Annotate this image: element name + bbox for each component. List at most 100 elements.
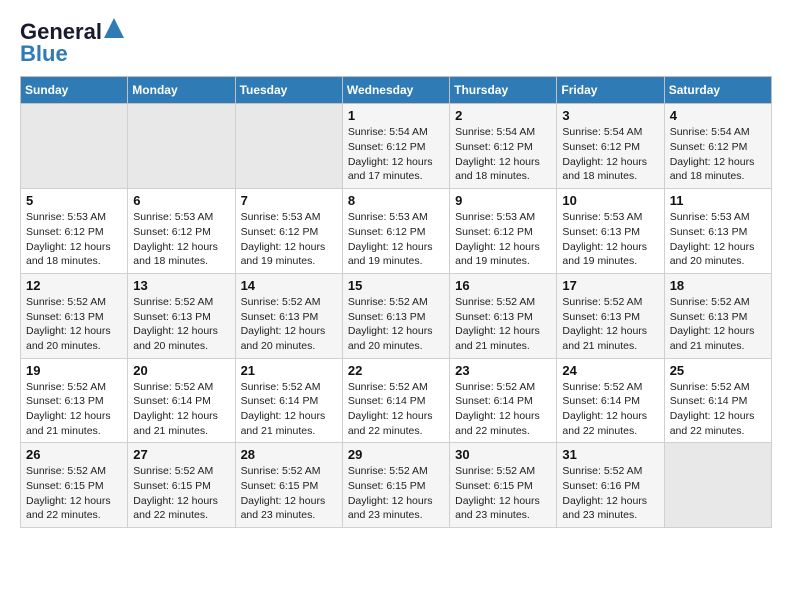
header-sunday: Sunday bbox=[21, 77, 128, 104]
day-cell: 7Sunrise: 5:53 AM Sunset: 6:12 PM Daylig… bbox=[235, 189, 342, 274]
day-number: 28 bbox=[241, 447, 337, 462]
header-monday: Monday bbox=[128, 77, 235, 104]
day-number: 31 bbox=[562, 447, 658, 462]
day-info: Sunrise: 5:52 AM Sunset: 6:13 PM Dayligh… bbox=[348, 295, 444, 354]
day-info: Sunrise: 5:54 AM Sunset: 6:12 PM Dayligh… bbox=[348, 125, 444, 184]
week-row-1: 1 Sunrise: 5:54 AM Sunset: 6:12 PM Daylig… bbox=[21, 104, 772, 189]
day-cell: 24 Sunrise: 5:52 AM Sunset: 6:14 PM Dayli… bbox=[557, 358, 664, 443]
day-info: Sunrise: 5:52 AM Sunset: 6:16 PM Dayligh… bbox=[562, 464, 658, 523]
day-number: 13 bbox=[133, 278, 229, 293]
day-cell: 15 Sunrise: 5:52 AM Sunset: 6:13 PM Dayli… bbox=[342, 273, 449, 358]
day-info: Sunrise: 5:53 AM Sunset: 6:12 PM Dayligh… bbox=[455, 210, 551, 269]
day-number: 27 bbox=[133, 447, 229, 462]
day-number: 11 bbox=[670, 193, 766, 208]
day-info: Sunrise: 5:52 AM Sunset: 6:13 PM Dayligh… bbox=[455, 295, 551, 354]
day-info: Sunrise: 5:54 AM Sunset: 6:12 PM Dayligh… bbox=[562, 125, 658, 184]
day-number: 2 bbox=[455, 108, 551, 123]
day-number: 15 bbox=[348, 278, 444, 293]
day-number: 21 bbox=[241, 363, 337, 378]
day-cell: 31 Sunrise: 5:52 AM Sunset: 6:16 PM Dayli… bbox=[557, 443, 664, 528]
day-cell: 4Sunrise: 5:54 AM Sunset: 6:12 PM Daylig… bbox=[664, 104, 771, 189]
day-cell: 21 Sunrise: 5:52 AM Sunset: 6:14 PM Dayli… bbox=[235, 358, 342, 443]
day-number: 20 bbox=[133, 363, 229, 378]
day-info: Sunrise: 5:52 AM Sunset: 6:15 PM Dayligh… bbox=[133, 464, 229, 523]
day-cell bbox=[21, 104, 128, 189]
calendar-header-row: SundayMondayTuesdayWednesdayThursdayFrid… bbox=[21, 77, 772, 104]
day-cell: 8 Sunrise: 5:53 AM Sunset: 6:12 PM Daylig… bbox=[342, 189, 449, 274]
day-cell: 14 Sunrise: 5:52 AM Sunset: 6:13 PM Dayli… bbox=[235, 273, 342, 358]
day-info: Sunrise: 5:52 AM Sunset: 6:15 PM Dayligh… bbox=[241, 464, 337, 523]
day-info: Sunrise: 5:52 AM Sunset: 6:13 PM Dayligh… bbox=[26, 380, 122, 439]
day-number: 3 bbox=[562, 108, 658, 123]
day-number: 5 bbox=[26, 193, 122, 208]
day-number: 19 bbox=[26, 363, 122, 378]
day-cell: 2 Sunrise: 5:54 AM Sunset: 6:12 PM Daylig… bbox=[450, 104, 557, 189]
day-cell: 30 Sunrise: 5:52 AM Sunset: 6:15 PM Dayli… bbox=[450, 443, 557, 528]
day-info: Sunrise: 5:52 AM Sunset: 6:13 PM Dayligh… bbox=[133, 295, 229, 354]
day-number: 26 bbox=[26, 447, 122, 462]
day-cell bbox=[664, 443, 771, 528]
day-info: Sunrise: 5:53 AM Sunset: 6:12 PM Dayligh… bbox=[348, 210, 444, 269]
day-info: Sunrise: 5:52 AM Sunset: 6:15 PM Dayligh… bbox=[26, 464, 122, 523]
day-number: 12 bbox=[26, 278, 122, 293]
day-cell: 28 Sunrise: 5:52 AM Sunset: 6:15 PM Dayli… bbox=[235, 443, 342, 528]
day-info: Sunrise: 5:53 AM Sunset: 6:12 PM Dayligh… bbox=[133, 210, 229, 269]
day-cell bbox=[235, 104, 342, 189]
day-number: 29 bbox=[348, 447, 444, 462]
page-header: General Blue bbox=[20, 20, 772, 66]
calendar-table: SundayMondayTuesdayWednesdayThursdayFrid… bbox=[20, 76, 772, 528]
day-cell: 18Sunrise: 5:52 AM Sunset: 6:13 PM Dayli… bbox=[664, 273, 771, 358]
logo-icon bbox=[104, 18, 124, 38]
day-info: Sunrise: 5:52 AM Sunset: 6:15 PM Dayligh… bbox=[455, 464, 551, 523]
week-row-3: 12 Sunrise: 5:52 AM Sunset: 6:13 PM Dayli… bbox=[21, 273, 772, 358]
day-cell: 6Sunrise: 5:53 AM Sunset: 6:12 PM Daylig… bbox=[128, 189, 235, 274]
day-number: 30 bbox=[455, 447, 551, 462]
day-info: Sunrise: 5:52 AM Sunset: 6:13 PM Dayligh… bbox=[562, 295, 658, 354]
day-info: Sunrise: 5:52 AM Sunset: 6:13 PM Dayligh… bbox=[241, 295, 337, 354]
day-info: Sunrise: 5:52 AM Sunset: 6:14 PM Dayligh… bbox=[455, 380, 551, 439]
day-info: Sunrise: 5:53 AM Sunset: 6:13 PM Dayligh… bbox=[562, 210, 658, 269]
day-info: Sunrise: 5:52 AM Sunset: 6:14 PM Dayligh… bbox=[348, 380, 444, 439]
day-number: 25 bbox=[670, 363, 766, 378]
day-cell: 10 Sunrise: 5:53 AM Sunset: 6:13 PM Dayli… bbox=[557, 189, 664, 274]
day-number: 8 bbox=[348, 193, 444, 208]
day-cell: 25 Sunrise: 5:52 AM Sunset: 6:14 PM Dayli… bbox=[664, 358, 771, 443]
day-cell: 13 Sunrise: 5:52 AM Sunset: 6:13 PM Dayli… bbox=[128, 273, 235, 358]
day-cell: 22Sunrise: 5:52 AM Sunset: 6:14 PM Dayli… bbox=[342, 358, 449, 443]
day-info: Sunrise: 5:54 AM Sunset: 6:12 PM Dayligh… bbox=[670, 125, 766, 184]
day-info: Sunrise: 5:52 AM Sunset: 6:13 PM Dayligh… bbox=[26, 295, 122, 354]
header-wednesday: Wednesday bbox=[342, 77, 449, 104]
day-cell: 19 Sunrise: 5:52 AM Sunset: 6:13 PM Dayli… bbox=[21, 358, 128, 443]
header-tuesday: Tuesday bbox=[235, 77, 342, 104]
day-cell bbox=[128, 104, 235, 189]
day-cell: 12 Sunrise: 5:52 AM Sunset: 6:13 PM Dayli… bbox=[21, 273, 128, 358]
header-friday: Friday bbox=[557, 77, 664, 104]
day-number: 23 bbox=[455, 363, 551, 378]
week-row-5: 26 Sunrise: 5:52 AM Sunset: 6:15 PM Dayli… bbox=[21, 443, 772, 528]
day-cell: 29Sunrise: 5:52 AM Sunset: 6:15 PM Dayli… bbox=[342, 443, 449, 528]
day-info: Sunrise: 5:54 AM Sunset: 6:12 PM Dayligh… bbox=[455, 125, 551, 184]
day-cell: 23 Sunrise: 5:52 AM Sunset: 6:14 PM Dayli… bbox=[450, 358, 557, 443]
day-info: Sunrise: 5:52 AM Sunset: 6:14 PM Dayligh… bbox=[562, 380, 658, 439]
logo-text-blue: Blue bbox=[20, 42, 68, 66]
day-number: 17 bbox=[562, 278, 658, 293]
day-info: Sunrise: 5:53 AM Sunset: 6:12 PM Dayligh… bbox=[26, 210, 122, 269]
day-info: Sunrise: 5:53 AM Sunset: 6:13 PM Dayligh… bbox=[670, 210, 766, 269]
day-cell: 27 Sunrise: 5:52 AM Sunset: 6:15 PM Dayli… bbox=[128, 443, 235, 528]
day-number: 14 bbox=[241, 278, 337, 293]
header-thursday: Thursday bbox=[450, 77, 557, 104]
day-number: 1 bbox=[348, 108, 444, 123]
day-number: 10 bbox=[562, 193, 658, 208]
day-info: Sunrise: 5:52 AM Sunset: 6:14 PM Dayligh… bbox=[670, 380, 766, 439]
day-cell: 26 Sunrise: 5:52 AM Sunset: 6:15 PM Dayli… bbox=[21, 443, 128, 528]
day-number: 7 bbox=[241, 193, 337, 208]
day-info: Sunrise: 5:52 AM Sunset: 6:14 PM Dayligh… bbox=[241, 380, 337, 439]
day-cell: 3 Sunrise: 5:54 AM Sunset: 6:12 PM Daylig… bbox=[557, 104, 664, 189]
day-number: 18 bbox=[670, 278, 766, 293]
day-number: 24 bbox=[562, 363, 658, 378]
day-cell: 17 Sunrise: 5:52 AM Sunset: 6:13 PM Dayli… bbox=[557, 273, 664, 358]
day-number: 16 bbox=[455, 278, 551, 293]
day-cell: 20Sunrise: 5:52 AM Sunset: 6:14 PM Dayli… bbox=[128, 358, 235, 443]
day-cell: 16 Sunrise: 5:52 AM Sunset: 6:13 PM Dayli… bbox=[450, 273, 557, 358]
week-row-2: 5 Sunrise: 5:53 AM Sunset: 6:12 PM Daylig… bbox=[21, 189, 772, 274]
